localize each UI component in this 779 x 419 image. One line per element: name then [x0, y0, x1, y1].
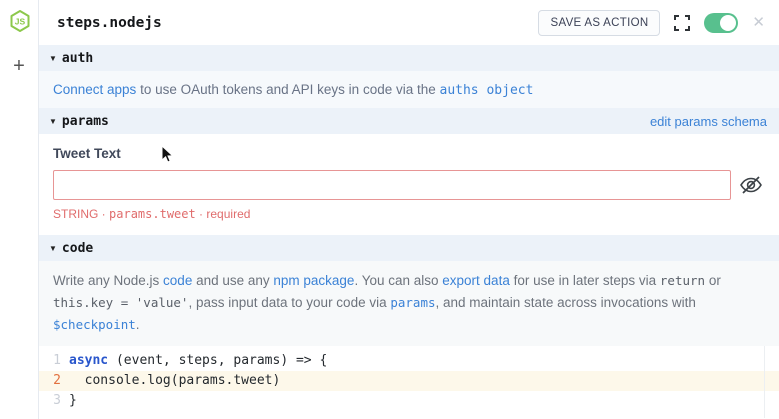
field-meta: STRING · params.tweet · required: [53, 207, 765, 221]
section-header-params[interactable]: ▼ params edit params schema: [39, 108, 779, 134]
eye-slash-icon[interactable]: [738, 172, 765, 199]
step-editor-panel: steps.nodejs SAVE AS ACTION ✕ ▼ auth Con…: [38, 0, 779, 419]
params-link[interactable]: params: [390, 295, 435, 310]
step-enabled-toggle[interactable]: [704, 13, 738, 33]
code-line[interactable]: 1async (event, steps, params) => {: [39, 351, 779, 371]
line-number: 3: [39, 391, 69, 411]
line-number: 1: [39, 351, 69, 371]
svg-text:JS: JS: [15, 17, 26, 27]
npm-package-link[interactable]: npm package: [273, 273, 354, 288]
connect-apps-link[interactable]: Connect apps: [53, 82, 136, 97]
tweet-text-input[interactable]: [53, 170, 731, 200]
fullscreen-icon[interactable]: [674, 15, 690, 31]
section-label-params: params: [62, 114, 109, 129]
section-header-auth[interactable]: ▼ auth: [39, 45, 779, 71]
collapse-triangle-icon: ▼: [49, 117, 57, 126]
section-label-auth: auth: [62, 51, 93, 66]
section-label-code: code: [62, 241, 93, 256]
save-as-action-button[interactable]: SAVE AS ACTION: [538, 10, 660, 36]
section-header-code[interactable]: ▼ code: [39, 235, 779, 261]
code-description: Write any Node.js code and use any npm p…: [39, 261, 779, 346]
code-docs-link[interactable]: code: [163, 273, 192, 288]
collapse-triangle-icon: ▼: [49, 54, 57, 63]
collapse-triangle-icon: ▼: [49, 244, 57, 253]
checkpoint-link[interactable]: $checkpoint: [53, 317, 136, 332]
export-data-link[interactable]: export data: [442, 273, 510, 288]
auth-desc-text: to use OAuth tokens and API keys in code…: [136, 82, 439, 97]
workflow-left-rail: JS +: [0, 0, 38, 419]
toggle-knob: [720, 15, 736, 31]
nodejs-icon: JS: [8, 9, 32, 33]
code-line[interactable]: 3}: [39, 391, 779, 411]
close-icon[interactable]: ✕: [752, 15, 765, 30]
auth-description: Connect apps to use OAuth tokens and API…: [39, 71, 779, 108]
auths-object-link[interactable]: auths object: [440, 83, 534, 98]
tweet-text-label: Tweet Text: [53, 146, 765, 161]
line-number: 2: [39, 371, 69, 391]
editor-ruler: [764, 346, 765, 418]
edit-params-schema-link[interactable]: edit params schema: [650, 114, 767, 129]
code-line-current[interactable]: 2 console.log(params.tweet): [39, 371, 779, 391]
step-title: steps.nodejs: [57, 15, 162, 31]
params-body: Tweet Text STRING · params.tweet · requi…: [39, 134, 779, 235]
step-titlebar: steps.nodejs SAVE AS ACTION ✕: [39, 0, 779, 45]
add-step-button[interactable]: +: [9, 56, 29, 76]
code-editor[interactable]: 1async (event, steps, params) => { 2 con…: [39, 346, 779, 418]
